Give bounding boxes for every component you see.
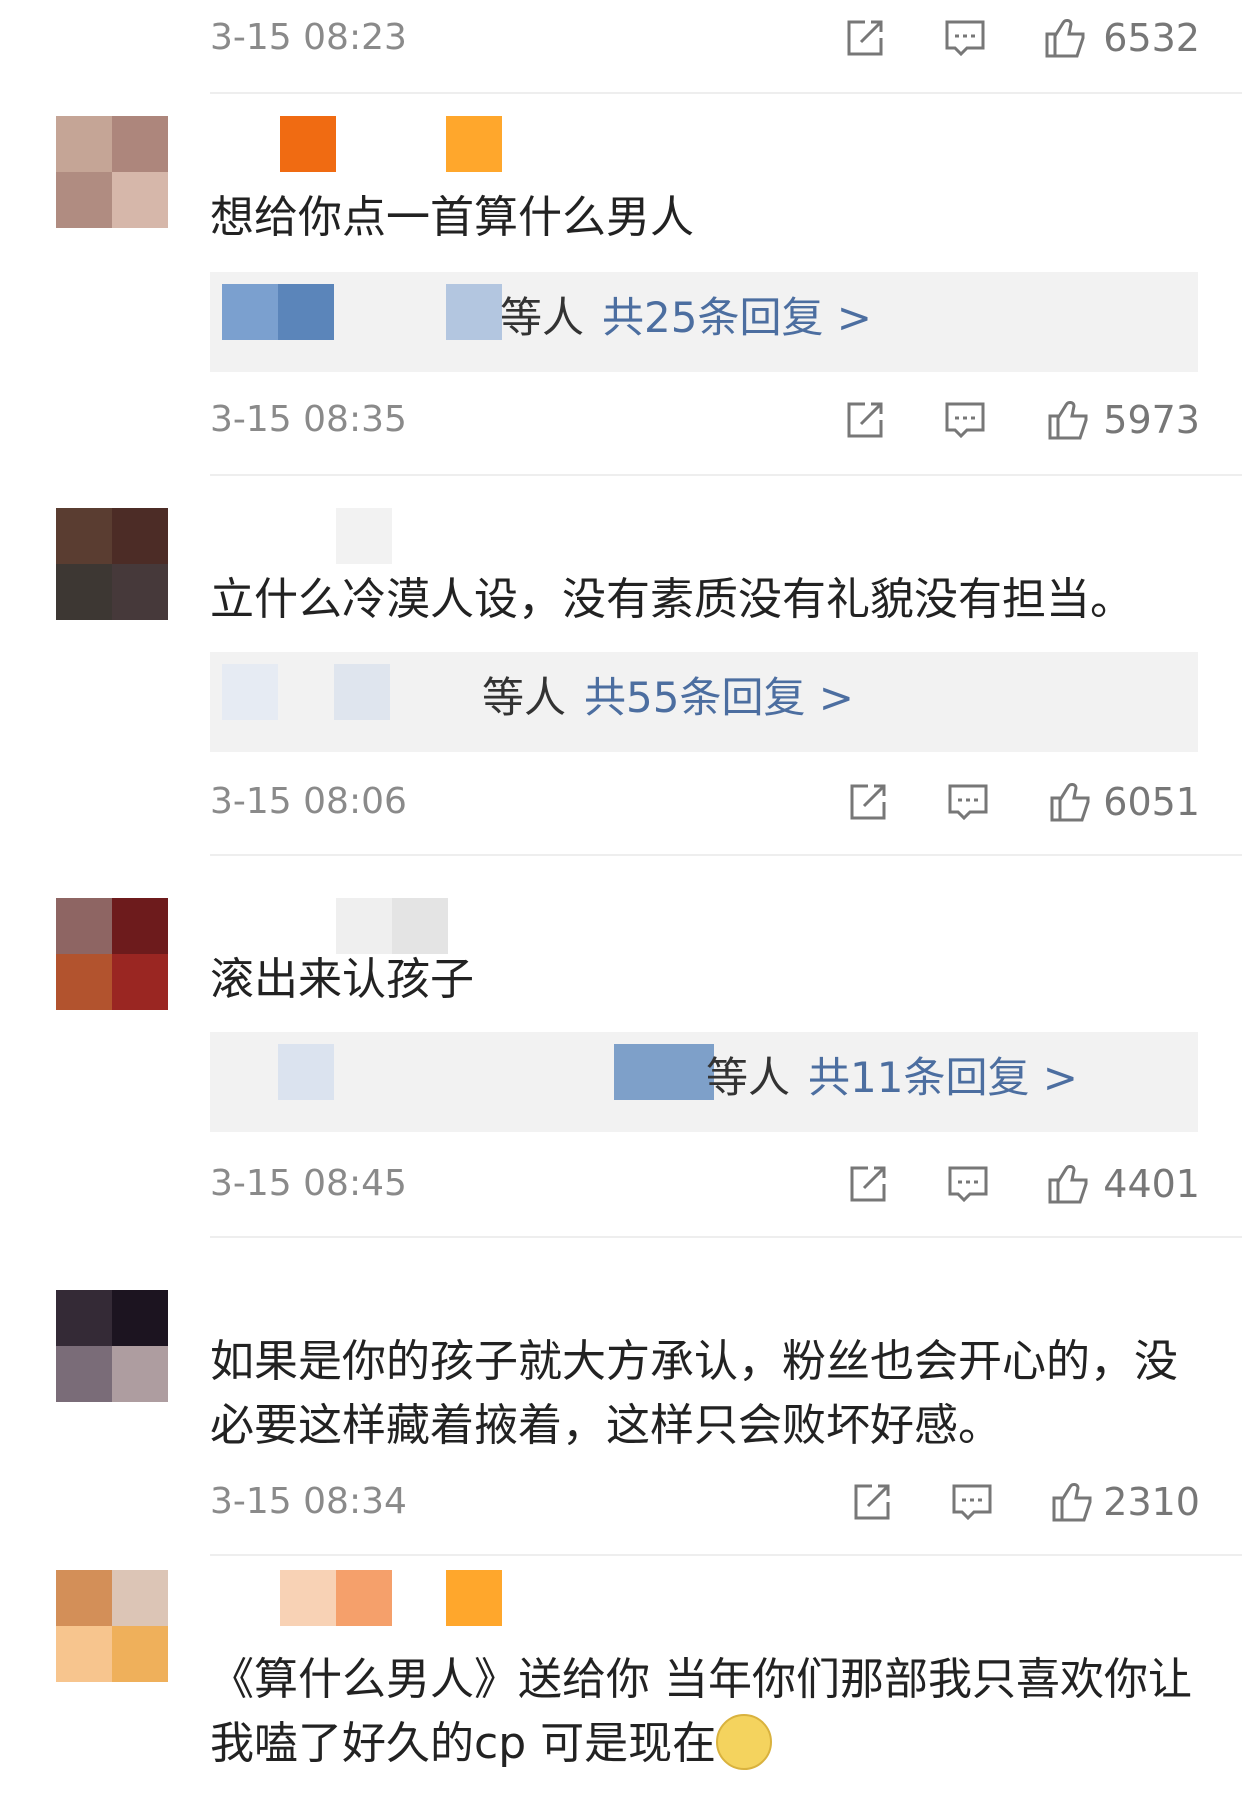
reply-users: 等人: [482, 673, 567, 722]
comment-1-actions: 3-15 08:35 5973: [210, 390, 1200, 450]
comment-3-actions: 3-15 08:45 4401: [210, 1154, 1200, 1214]
reply-users: 等人: [500, 293, 585, 342]
comment-time: 3-15 08:06: [210, 781, 407, 822]
reply-preview[interactable]: 等人 共25条回复 >: [210, 272, 1198, 372]
comment-icon[interactable]: [946, 1162, 990, 1206]
thumbs-up-icon[interactable]: [1046, 1162, 1090, 1206]
username[interactable]: [210, 1570, 510, 1626]
reply-count-link[interactable]: 共25条回复 >: [602, 293, 872, 342]
share-icon[interactable]: [846, 780, 890, 824]
avatar[interactable]: [56, 1290, 168, 1402]
avatar[interactable]: [56, 1570, 168, 1682]
like-count: 2310: [1103, 1480, 1200, 1524]
share-icon[interactable]: [846, 1162, 890, 1206]
comment-text: 《算什么男人》送给你 当年你们那部我只喜欢你让我嗑了好久的cp 可是现在: [210, 1648, 1202, 1776]
avatar[interactable]: [56, 116, 168, 228]
comment-0-actions: 3-15 08:23 6532: [210, 8, 1200, 68]
like-count: 5973: [1103, 398, 1200, 442]
comment-time: 3-15 08:34: [210, 1481, 407, 1522]
share-icon[interactable]: [843, 16, 887, 60]
divider: [210, 1236, 1242, 1238]
divider: [210, 474, 1242, 476]
comment-text: 立什么冷漠人设，没有素质没有礼貌没有担当。: [210, 574, 1134, 625]
reply-count-link[interactable]: 共11条回复 >: [808, 1053, 1078, 1102]
thumbs-up-icon[interactable]: [1043, 16, 1087, 60]
comment-time: 3-15 08:35: [210, 399, 407, 440]
share-icon[interactable]: [850, 1480, 894, 1524]
thumbs-up-icon[interactable]: [1048, 780, 1092, 824]
divider: [210, 854, 1242, 856]
reply-count-link[interactable]: 共55条回复 >: [584, 673, 854, 722]
avatar[interactable]: [56, 508, 168, 620]
share-icon[interactable]: [843, 398, 887, 442]
comment-text: 滚出来认孩子: [210, 954, 474, 1005]
divider: [210, 1554, 1242, 1556]
username[interactable]: [210, 116, 510, 172]
comment-time: 3-15 08:23: [210, 17, 407, 58]
like-count: 6051: [1103, 780, 1200, 824]
like-count: 4401: [1103, 1162, 1200, 1206]
avatar[interactable]: [56, 898, 168, 1010]
comment-icon[interactable]: [943, 16, 987, 60]
comment-4-actions: 3-15 08:34 2310: [210, 1472, 1200, 1532]
reply-users: 等人: [706, 1053, 791, 1102]
username[interactable]: [210, 898, 510, 954]
reply-preview[interactable]: 等人 共11条回复 >: [210, 1032, 1198, 1132]
comment-icon[interactable]: [950, 1480, 994, 1524]
comment-text: 如果是你的孩子就大方承认，粉丝也会开心的，没必要这样藏着掖着，这样只会败坏好感。: [210, 1336, 1178, 1451]
thumbs-up-icon[interactable]: [1046, 398, 1090, 442]
thumbs-up-icon[interactable]: [1050, 1480, 1094, 1524]
username[interactable]: [210, 508, 510, 564]
comment-text: 想给你点一首算什么男人: [210, 192, 694, 243]
comment-icon[interactable]: [943, 398, 987, 442]
like-count: 6532: [1103, 16, 1200, 60]
comment-2-actions: 3-15 08:06 6051: [210, 772, 1200, 832]
dizzy-face-emoji-icon: [716, 1714, 773, 1770]
divider: [210, 92, 1242, 94]
comment-icon[interactable]: [946, 780, 990, 824]
comment-time: 3-15 08:45: [210, 1163, 407, 1204]
comment-text-body: 《算什么男人》送给你 当年你们那部我只喜欢你让我嗑了好久的cp 可是现在: [210, 1654, 1192, 1769]
reply-preview[interactable]: 等人 共55条回复 >: [210, 652, 1198, 752]
